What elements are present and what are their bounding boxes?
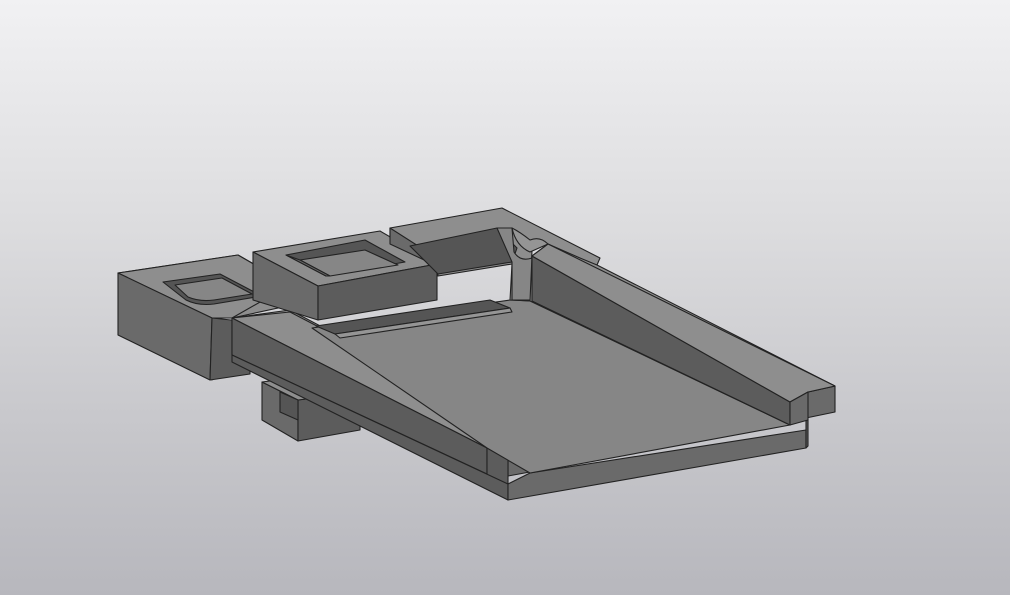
3d-model-part[interactable] — [0, 0, 1010, 595]
3d-viewport[interactable] — [0, 0, 1010, 595]
